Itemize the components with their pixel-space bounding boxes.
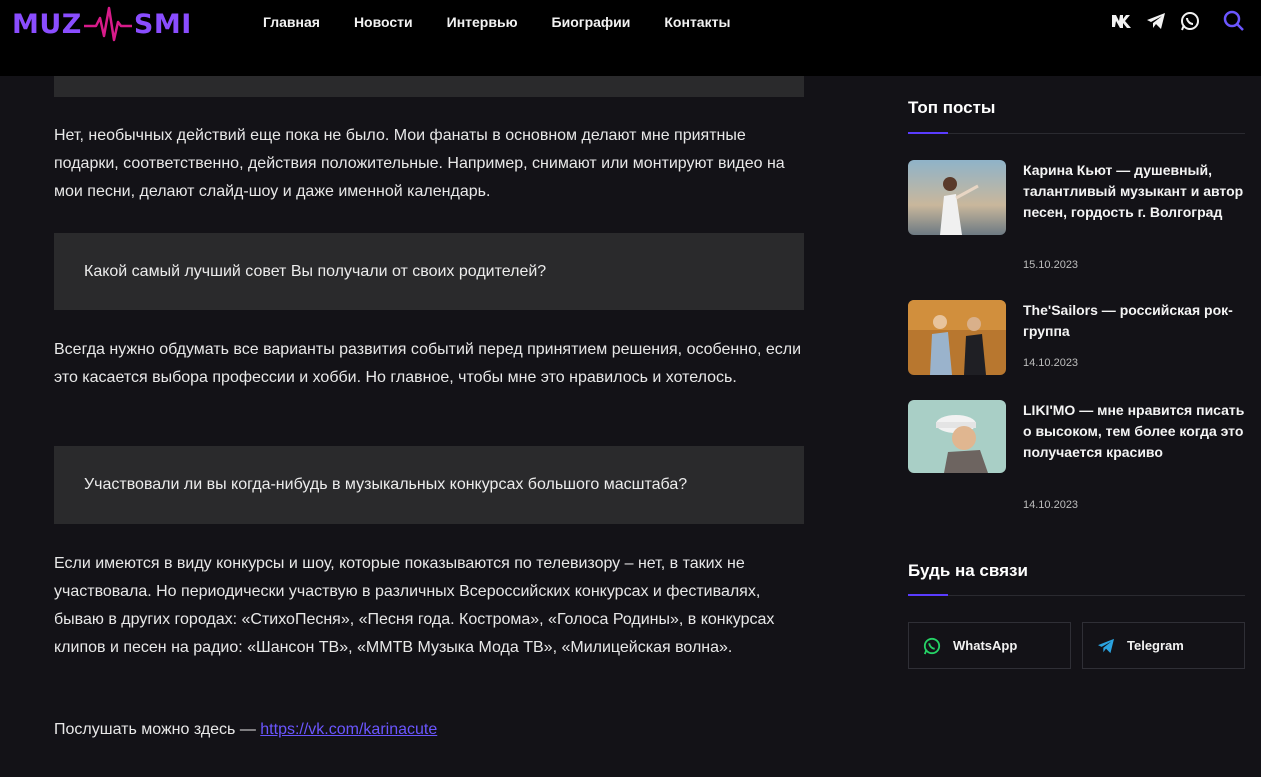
top-posts-title: Топ посты — [908, 98, 996, 117]
title-accent — [908, 132, 948, 134]
whatsapp-icon[interactable] — [1179, 10, 1201, 32]
vk-icon[interactable] — [1111, 10, 1133, 32]
post-date: 14.10.2023 — [1023, 357, 1079, 369]
post-thumbnail[interactable] — [908, 160, 1006, 235]
telegram-icon[interactable] — [1145, 10, 1167, 32]
listen-prefix: Послушать можно здесь — — [54, 721, 261, 738]
answer-paragraph-3: Если имеются в виду конкурсы и шоу, кото… — [54, 555, 775, 656]
question-text: Какой самый лучший совет Вы получали от … — [84, 262, 547, 280]
header-social-links — [1111, 10, 1245, 32]
answer-paragraph-2: Всегда нужно обдумать все варианты разви… — [54, 341, 802, 386]
question-box: Какой самый лучший совет Вы получали от … — [54, 233, 804, 310]
main-nav: Главная Новости Интервью Биографии Конта… — [263, 12, 764, 32]
search-icon[interactable] — [1223, 10, 1245, 32]
top-post-item[interactable]: The'Sailors — российская рок-группа 14.1… — [908, 300, 1245, 380]
question-text: Участвовали ли вы когда-нибудь в музыкал… — [84, 476, 688, 493]
nav-item-contacts[interactable]: Контакты — [664, 12, 730, 32]
nav-item-home[interactable]: Главная — [263, 12, 320, 32]
whatsapp-button[interactable]: WhatsApp — [908, 622, 1071, 669]
telegram-label: Telegram — [1127, 638, 1184, 653]
post-title[interactable]: Карина Кьют — душевный, талантливый музы… — [1023, 160, 1245, 223]
post-date: 14.10.2023 — [1023, 499, 1079, 511]
divider — [908, 133, 1245, 134]
telegram-button[interactable]: Telegram — [1082, 622, 1245, 669]
contact-title: Будь на связи — [908, 561, 1028, 580]
top-post-item[interactable]: LIKI'MO — мне нравится писать о высоком,… — [908, 400, 1245, 520]
post-thumbnail[interactable] — [908, 400, 1006, 473]
site-header: MUZ SMI Главная Новости Интервью Биограф… — [0, 0, 1261, 76]
post-title[interactable]: LIKI'MO — мне нравится писать о высоком,… — [1023, 400, 1245, 463]
title-accent — [908, 594, 948, 596]
nav-item-interviews[interactable]: Интервью — [447, 12, 518, 32]
listen-line: Послушать можно здесь — https://vk.com/k… — [54, 716, 804, 744]
whatsapp-label: WhatsApp — [953, 638, 1018, 653]
divider — [908, 595, 1245, 596]
whatsapp-icon — [923, 637, 941, 655]
question-box: Участвовали ли вы когда-нибудь в музыкал… — [54, 446, 804, 524]
top-post-item[interactable]: Карина Кьют — душевный, талантливый музы… — [908, 160, 1245, 280]
post-thumbnail[interactable] — [908, 300, 1006, 375]
listen-link[interactable]: https://vk.com/karinacute — [260, 721, 437, 738]
logo-text-left: MUZ — [12, 8, 82, 40]
answer-paragraph-1: Нет, необычных действий еще пока не было… — [54, 127, 785, 200]
pulse-wave-icon — [83, 6, 132, 42]
logo-text-right: SMI — [133, 8, 192, 40]
nav-item-biographies[interactable]: Биографии — [552, 12, 631, 32]
question-box — [54, 76, 804, 97]
telegram-icon — [1097, 638, 1115, 654]
post-title[interactable]: The'Sailors — российская рок-группа — [1023, 300, 1245, 342]
site-logo[interactable]: MUZ SMI — [12, 6, 192, 42]
nav-item-news[interactable]: Новости — [354, 12, 413, 32]
post-date: 15.10.2023 — [1023, 259, 1079, 271]
